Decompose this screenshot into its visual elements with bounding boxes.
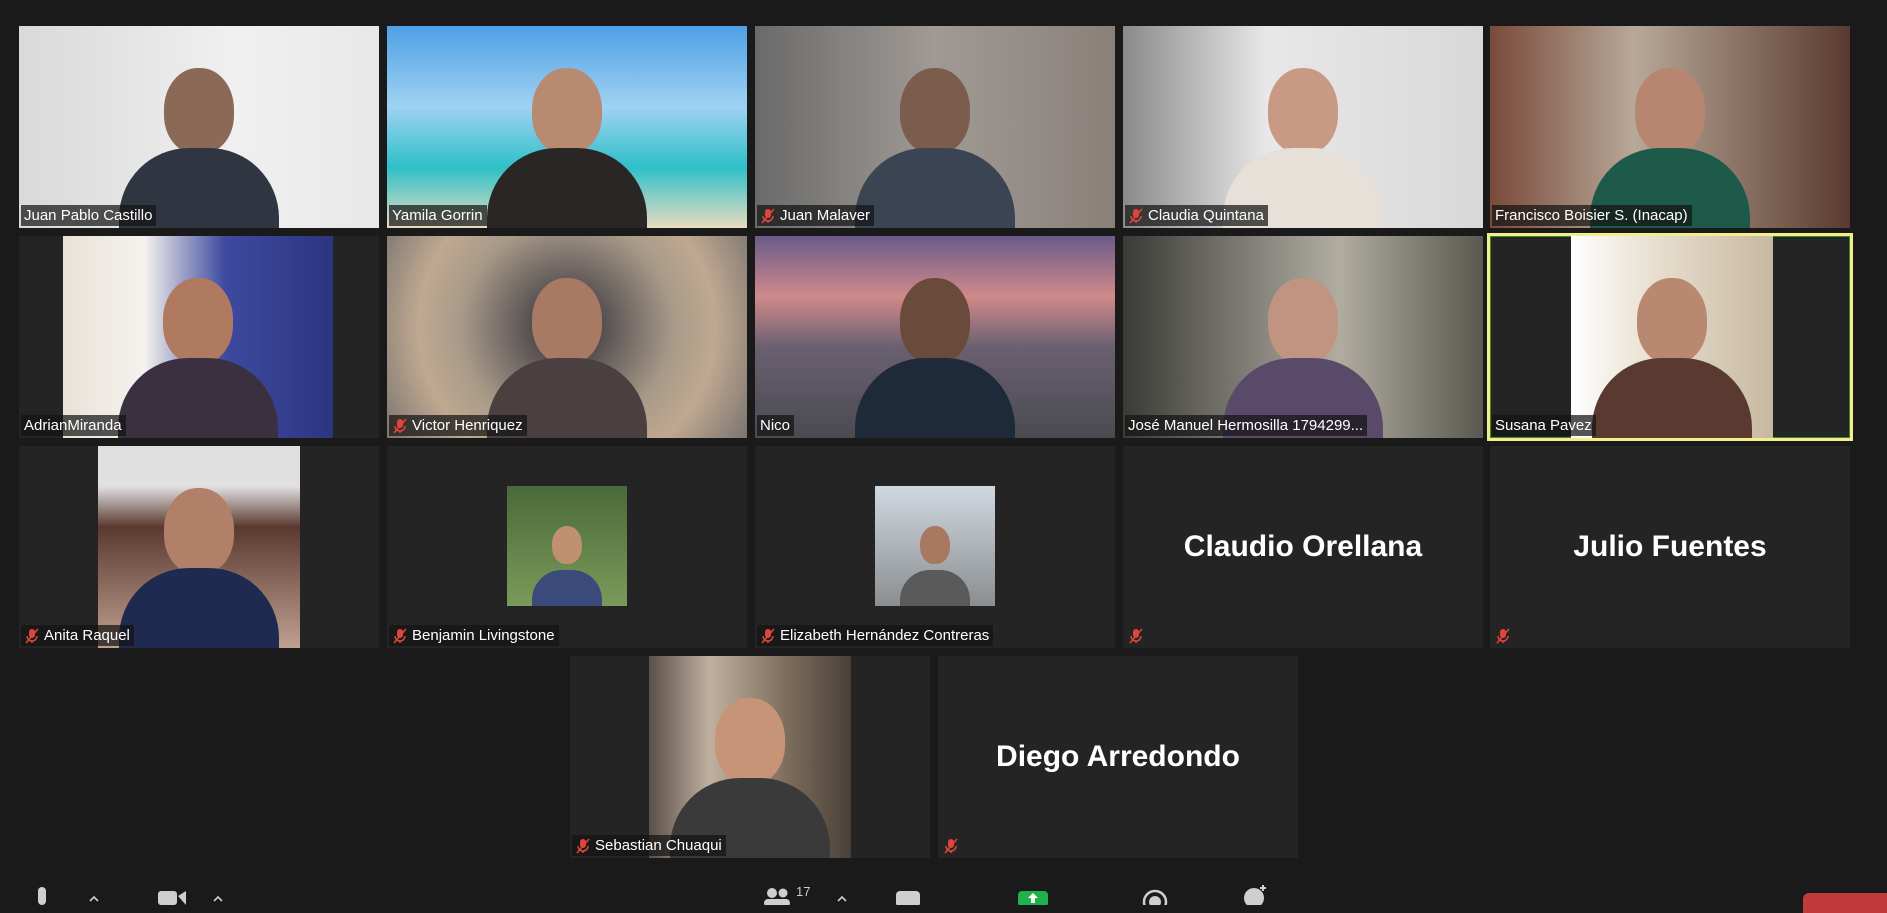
video-options-caret[interactable]: [212, 880, 224, 905]
participant-video: [98, 446, 300, 648]
participant-name-label: Sebastian Chuaqui: [572, 835, 726, 856]
participant-video: [1571, 236, 1773, 438]
participant-name-label: Victor Henriquez: [389, 415, 527, 436]
participant-name-label: Juan Malaver: [757, 205, 875, 226]
participants-button[interactable]: 17: [762, 880, 810, 905]
microphone-muted-icon: [1128, 207, 1144, 224]
microphone-muted-icon: [1495, 628, 1511, 644]
participant-video: [1490, 26, 1850, 228]
participant-tile[interactable]: Elizabeth Hernández Contreras: [755, 446, 1115, 648]
participant-display-name: Julio Fuentes: [1573, 530, 1767, 563]
participant-display-name: Diego Arredondo: [996, 740, 1240, 773]
participant-tile[interactable]: Claudio Orellana: [1123, 446, 1483, 648]
participant-tile[interactable]: Yamila Gorrin: [387, 26, 747, 228]
participant-tile[interactable]: Nico: [755, 236, 1115, 438]
participant-tile[interactable]: Juan Pablo Castillo: [19, 26, 379, 228]
participant-name-label: [1492, 626, 1515, 646]
participant-tile[interactable]: Anita Raquel: [19, 446, 379, 648]
participant-tile-active-speaker[interactable]: Susana Pavez: [1487, 233, 1853, 441]
microphone-muted-icon: [392, 417, 408, 434]
chat-button[interactable]: [895, 880, 921, 905]
microphone-icon: [38, 887, 46, 905]
share-screen-icon: [1018, 891, 1048, 905]
audio-options-caret[interactable]: [88, 880, 100, 905]
participant-name-label: AdrianMiranda: [21, 415, 126, 436]
participant-tile[interactable]: Sebastian Chuaqui: [570, 656, 930, 858]
participant-name-label: Nico: [757, 415, 795, 436]
participants-count: 17: [796, 884, 811, 899]
participant-display-name: Claudio Orellana: [1183, 530, 1423, 563]
microphone-muted-icon: [943, 838, 959, 854]
participant-name-label: Benjamin Livingstone: [389, 625, 559, 646]
microphone-muted-icon: [760, 207, 776, 224]
microphone-muted-icon: [575, 837, 591, 854]
participant-tile[interactable]: Juan Malaver: [755, 26, 1115, 228]
participant-video: [387, 236, 747, 438]
chevron-up-icon: [837, 895, 847, 902]
participant-name-label: Elizabeth Hernández Contreras: [757, 625, 994, 646]
chevron-up-icon: [89, 895, 99, 902]
participant-video: [387, 26, 747, 228]
participants-icon: [764, 888, 790, 905]
record-button[interactable]: [1142, 880, 1168, 905]
participant-name-label: Anita Raquel: [21, 625, 134, 646]
participant-tile[interactable]: AdrianMiranda: [19, 236, 379, 438]
video-camera-icon: [158, 891, 186, 905]
microphone-muted-icon: [760, 627, 776, 644]
participant-video: [19, 26, 379, 228]
participant-tile[interactable]: José Manuel Hermosilla 1794299...: [1123, 236, 1483, 438]
participant-video: [63, 236, 333, 438]
emoji-plus-icon: [1244, 885, 1266, 905]
record-icon: [1142, 889, 1168, 905]
end-meeting-button[interactable]: [1803, 893, 1887, 913]
participant-video: [755, 236, 1115, 438]
video-button[interactable]: [157, 880, 187, 905]
participant-avatar: [507, 486, 627, 606]
participant-tile[interactable]: Benjamin Livingstone: [387, 446, 747, 648]
microphone-button[interactable]: [33, 880, 51, 905]
participant-video: [1123, 26, 1483, 228]
chat-bubble-icon: [896, 891, 920, 905]
participant-name-label: Francisco Boisier S. (Inacap): [1492, 205, 1692, 226]
participant-video: [1123, 236, 1483, 438]
microphone-muted-icon: [24, 627, 40, 644]
participant-name-label: [1125, 626, 1148, 646]
reactions-button[interactable]: [1242, 880, 1270, 905]
participant-name-label: Yamila Gorrin: [389, 205, 487, 226]
chevron-up-icon: [213, 895, 223, 902]
microphone-muted-icon: [1128, 628, 1144, 644]
participant-name-label: Susana Pavez: [1492, 415, 1596, 436]
participant-name-label: Claudia Quintana: [1125, 205, 1268, 226]
participant-name-label: [940, 836, 963, 856]
participant-video: [649, 656, 851, 858]
participant-avatar: [875, 486, 995, 606]
participant-name-label: José Manuel Hermosilla 1794299...: [1125, 415, 1368, 436]
participant-tile[interactable]: Claudia Quintana: [1123, 26, 1483, 228]
share-screen-button[interactable]: [1018, 880, 1048, 905]
participant-tile[interactable]: Francisco Boisier S. (Inacap): [1490, 26, 1850, 228]
participant-name-label: Juan Pablo Castillo: [21, 205, 157, 226]
participants-options-caret[interactable]: [836, 880, 848, 905]
meeting-toolbar: 17: [0, 880, 1887, 905]
participant-tile[interactable]: Diego Arredondo: [938, 656, 1298, 858]
participant-tile[interactable]: Julio Fuentes: [1490, 446, 1850, 648]
microphone-muted-icon: [392, 627, 408, 644]
participant-tile[interactable]: Victor Henriquez: [387, 236, 747, 438]
participant-video: [755, 26, 1115, 228]
